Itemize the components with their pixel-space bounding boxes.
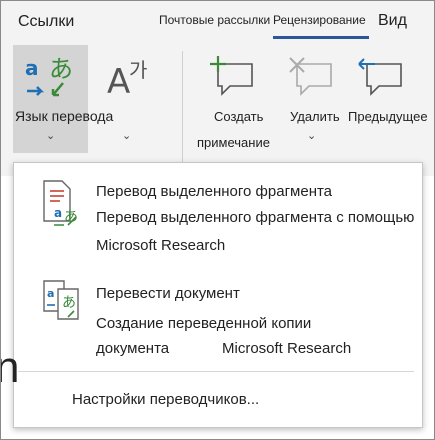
chevron-down-icon[interactable]: ⌄: [46, 129, 55, 142]
active-tab-indicator: [273, 36, 369, 39]
svg-text:a: a: [54, 206, 62, 220]
translate-language-label: Язык перевода: [15, 108, 114, 124]
new-comment-icon[interactable]: [208, 56, 258, 98]
tab-links[interactable]: Ссылки: [18, 13, 74, 31]
tab-view[interactable]: Вид: [378, 12, 407, 30]
translate-document-icon: a あ: [43, 280, 79, 320]
language-icon[interactable]: A 가: [105, 55, 155, 99]
delete-comment-icon[interactable]: [287, 56, 337, 98]
document-text-fragment: n: [1, 343, 19, 393]
translate-selection-icon: a あ: [43, 180, 78, 226]
group-separator: [182, 51, 183, 166]
delete-label: Удалить: [290, 109, 340, 124]
tab-review[interactable]: Рецензирование: [273, 13, 366, 27]
menu-item-description: Microsoft Research: [96, 237, 226, 254]
menu-item-title: Перевод выделенного фрагмента: [96, 183, 333, 200]
chevron-down-icon[interactable]: ⌄: [122, 129, 131, 142]
svg-text:A: A: [107, 62, 130, 99]
create-comment-label-2: примечание: [197, 135, 270, 150]
chevron-down-icon[interactable]: ⌄: [307, 129, 316, 142]
svg-text:あ: あ: [49, 55, 73, 83]
tab-mailings[interactable]: Почтовые рассылки: [159, 13, 270, 27]
menu-item-description: Создание переведенной копии: [96, 315, 312, 332]
svg-text:a: a: [47, 287, 54, 300]
menu-item-description: Microsoft Research: [222, 340, 352, 357]
svg-text:a: a: [25, 56, 39, 80]
previous-comment-icon[interactable]: [357, 56, 407, 98]
menu-item-title: Перевести документ: [96, 285, 240, 302]
menu-separator: [18, 371, 414, 372]
app-window: Ссылки Почтовые рассылки Рецензирование …: [0, 0, 435, 440]
previous-label: Предыдущее: [348, 109, 428, 124]
create-comment-label-1: Создать: [214, 109, 264, 124]
menu-item-description: Перевод выделенного фрагмента с помощью: [96, 209, 415, 226]
translate-dropdown-menu: a あ Перевод выделенного фрагмента Перево…: [13, 162, 423, 428]
svg-text:가: 가: [129, 58, 147, 82]
translate-language-icon: a あ: [25, 55, 73, 97]
menu-item-description: документа: [96, 340, 170, 357]
ribbon: Ссылки Почтовые рассылки Рецензирование …: [1, 1, 434, 184]
svg-text:あ: あ: [62, 295, 76, 311]
menu-item-translator-settings[interactable]: Настройки переводчиков...: [72, 391, 259, 408]
